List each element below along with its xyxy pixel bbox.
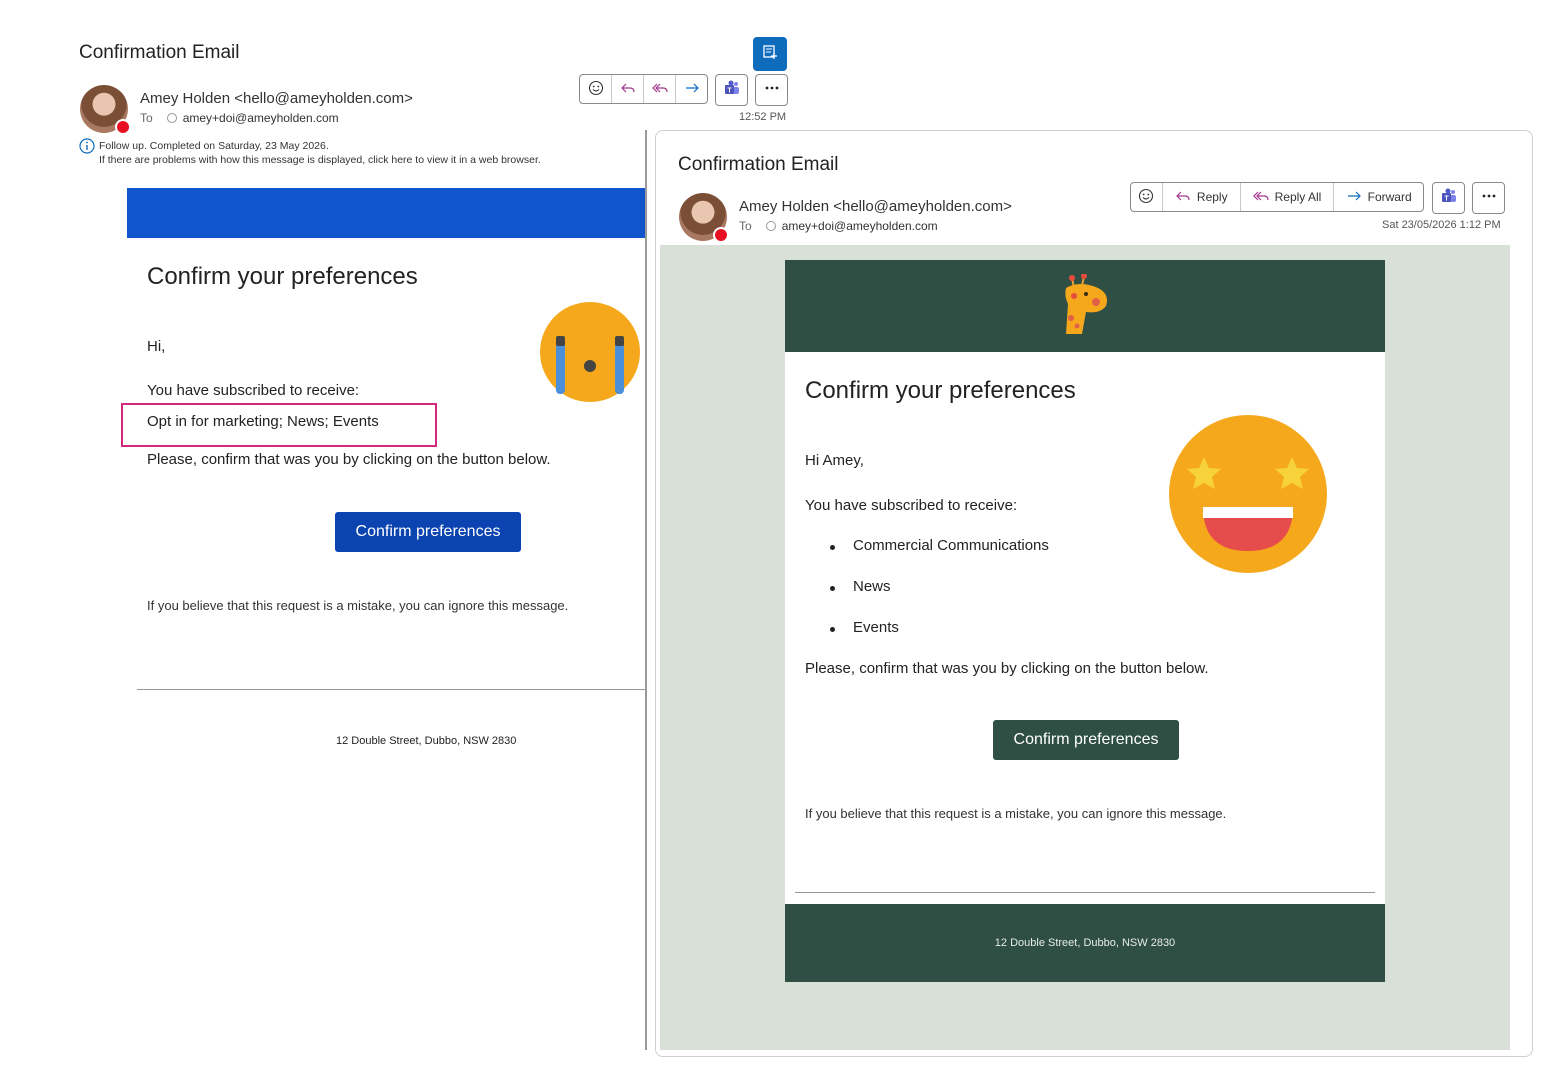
right-to-line: To amey+doi@ameyholden.com bbox=[739, 219, 938, 233]
left-email-banner bbox=[127, 188, 646, 238]
left-sender: Amey Holden <hello@ameyholden.com> bbox=[140, 90, 413, 107]
right-subject: Confirmation Email bbox=[678, 154, 839, 175]
left-subscriptions-inline: Opt in for marketing; News; Events bbox=[147, 413, 379, 430]
right-address: 12 Double Street, Dubbo, NSW 2830 bbox=[994, 937, 1176, 949]
right-ignore-text: If you believe that this request is a mi… bbox=[805, 806, 1227, 821]
forward-icon bbox=[684, 80, 700, 99]
list-item: News bbox=[805, 578, 1049, 619]
right-more-button[interactable] bbox=[1472, 182, 1505, 214]
right-greeting: Hi Amey, bbox=[805, 452, 864, 469]
giraffe-icon bbox=[1058, 273, 1114, 343]
right-sender: Amey Holden <hello@ameyholden.com> bbox=[739, 198, 1012, 215]
left-to-address[interactable]: amey+doi@ameyholden.com bbox=[183, 111, 339, 125]
right-subscribed-intro: You have subscribed to receive: bbox=[805, 497, 1018, 514]
left-presence-dot bbox=[115, 119, 131, 135]
svg-text:T: T bbox=[727, 87, 732, 94]
left-ignore-text: If you believe that this request is a mi… bbox=[147, 598, 569, 613]
reply-icon bbox=[1175, 188, 1191, 207]
star-struck-face-icon bbox=[1169, 415, 1327, 578]
list-item: Events bbox=[805, 619, 1049, 660]
right-divider bbox=[795, 892, 1375, 893]
teams-icon: T bbox=[1440, 187, 1458, 210]
left-subject: Confirmation Email bbox=[79, 42, 240, 63]
left-to-line: To amey+doi@ameyholden.com bbox=[140, 111, 339, 125]
left-forward-button[interactable] bbox=[676, 75, 707, 103]
right-reply-all-button[interactable]: Reply All bbox=[1241, 183, 1335, 211]
right-datetime: Sat 23/05/2026 1:12 PM bbox=[1382, 219, 1501, 231]
info-icon bbox=[79, 138, 95, 159]
crying-face-icon bbox=[540, 302, 640, 407]
left-confirm-instruction: Please, confirm that was you by clicking… bbox=[147, 451, 551, 468]
left-react-button[interactable] bbox=[580, 75, 612, 103]
panel-divider bbox=[645, 130, 647, 1050]
reply-label: Reply bbox=[1196, 190, 1228, 204]
left-heading: Confirm your preferences bbox=[147, 263, 418, 290]
right-confirm-instruction: Please, confirm that was you by clicking… bbox=[805, 660, 1209, 677]
right-confirm-button[interactable]: Confirm preferences bbox=[993, 720, 1179, 760]
more-icon bbox=[764, 80, 780, 101]
recipient-status-icon bbox=[765, 221, 776, 231]
right-email-footer: 12 Double Street, Dubbo, NSW 2830 bbox=[785, 904, 1385, 982]
note-add-icon bbox=[762, 44, 778, 65]
right-to-address[interactable]: amey+doi@ameyholden.com bbox=[782, 219, 938, 233]
svg-text:T: T bbox=[1444, 195, 1449, 202]
right-reply-button[interactable]: Reply bbox=[1163, 183, 1241, 211]
right-subscription-list: Commercial Communications News Events bbox=[805, 537, 1049, 660]
right-action-group: Reply Reply All Forward bbox=[1130, 182, 1424, 212]
list-item: Commercial Communications bbox=[805, 537, 1049, 578]
forward-icon bbox=[1346, 188, 1362, 207]
left-time: 12:52 PM bbox=[739, 111, 787, 123]
left-reply-all-button[interactable] bbox=[644, 75, 676, 103]
smiley-icon bbox=[1138, 188, 1154, 207]
left-to-label: To bbox=[140, 111, 153, 125]
left-display-notice[interactable]: If there are problems with how this mess… bbox=[99, 154, 541, 166]
left-address: 12 Double Street, Dubbo, NSW 2830 bbox=[336, 735, 517, 747]
reply-all-label: Reply All bbox=[1274, 190, 1322, 204]
left-followup: Follow up. Completed on Saturday, 23 May… bbox=[99, 140, 329, 152]
recipient-status-icon bbox=[166, 113, 177, 123]
left-addin-button[interactable] bbox=[753, 37, 787, 71]
left-reply-button[interactable] bbox=[612, 75, 644, 103]
right-react-button[interactable] bbox=[1131, 183, 1163, 211]
left-action-group bbox=[579, 74, 708, 104]
reply-icon bbox=[620, 80, 636, 99]
teams-icon: T bbox=[723, 79, 741, 102]
left-confirm-button[interactable]: Confirm preferences bbox=[335, 512, 521, 552]
left-teams-button[interactable]: T bbox=[715, 74, 748, 106]
forward-label: Forward bbox=[1367, 190, 1412, 204]
right-heading: Confirm your preferences bbox=[805, 377, 1076, 404]
left-more-button[interactable] bbox=[755, 74, 788, 106]
left-greeting: Hi, bbox=[147, 338, 166, 355]
left-divider bbox=[137, 689, 646, 690]
right-to-label: To bbox=[739, 219, 752, 233]
left-subscribed-intro: You have subscribed to receive: bbox=[147, 382, 360, 399]
smiley-icon bbox=[588, 80, 604, 99]
right-forward-button[interactable]: Forward bbox=[1334, 183, 1423, 211]
reply-all-icon bbox=[1252, 188, 1269, 207]
more-icon bbox=[1481, 188, 1497, 209]
reply-all-icon bbox=[651, 80, 668, 99]
right-teams-button[interactable]: T bbox=[1432, 182, 1465, 214]
right-presence-dot bbox=[713, 227, 729, 243]
